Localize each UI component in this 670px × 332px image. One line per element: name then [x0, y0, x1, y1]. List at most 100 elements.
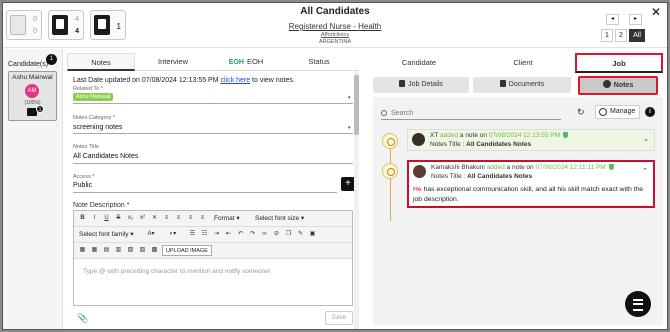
note-meta-mid: a note on: [458, 132, 489, 139]
redo-icon[interactable]: ↷: [248, 230, 257, 239]
note-body-first: He: [413, 186, 422, 193]
note-body-rest: has exceptional communication skill, and…: [413, 186, 644, 203]
tab-candidate[interactable]: Candidate: [369, 55, 469, 71]
save-button[interactable]: Save: [325, 311, 353, 325]
image-icon[interactable]: ▣: [308, 230, 317, 239]
job-title-link[interactable]: Registered Nurse - Health: [3, 22, 667, 31]
indent-icon[interactable]: ⇥: [212, 230, 221, 239]
notes-title-input[interactable]: All Candidates Notes: [73, 153, 138, 160]
page-2-button[interactable]: 2: [615, 29, 627, 42]
close-icon[interactable]: ✕: [651, 5, 661, 19]
clear-format-icon[interactable]: ✕: [150, 214, 159, 223]
candidate-name: Ashu Mainwal: [12, 74, 53, 81]
form-tabs: Notes Interview EOH EOH Status: [67, 53, 359, 71]
table-row-icon[interactable]: ▤: [102, 246, 111, 255]
subscript-icon[interactable]: x₂: [126, 214, 135, 223]
undo-icon[interactable]: ↶: [236, 230, 245, 239]
notes-icon: [602, 80, 611, 88]
manage-label: Manage: [610, 108, 636, 115]
timeline-line: [390, 141, 391, 221]
document-icon: [399, 80, 406, 87]
add-access-button[interactable]: +: [341, 177, 355, 191]
note-item[interactable]: XT added a note on 07/08/2024 12:13:55 P…: [407, 129, 655, 151]
chevron-down-icon[interactable]: ▾: [348, 125, 351, 131]
note-title: All Candidates Notes: [466, 141, 532, 148]
page-1-button[interactable]: 1: [601, 29, 613, 42]
numbered-list-icon[interactable]: ☷: [200, 230, 209, 239]
table-col-icon[interactable]: ▥: [114, 246, 123, 255]
font-color-icon[interactable]: A▾: [144, 230, 158, 239]
tab-job[interactable]: Job: [575, 53, 663, 73]
page-title: All Candidates: [300, 6, 370, 17]
align-center-icon[interactable]: ≡: [174, 214, 183, 223]
manage-button[interactable]: Manage: [595, 105, 641, 119]
table-insert-icon[interactable]: ▦: [90, 246, 99, 255]
note-date: 07/08/2024 12:13:55 PM: [488, 132, 561, 139]
font-family-select[interactable]: Select font family ▾: [76, 229, 138, 240]
related-to-underline: [73, 103, 353, 104]
job-window: 0 0 4 4 1 All Candidates Registered Nurs…: [2, 2, 668, 330]
tab-client[interactable]: Client: [473, 55, 573, 71]
format-select[interactable]: Format ▾: [211, 213, 249, 224]
highlight-color-icon[interactable]: ◐▾: [166, 230, 180, 239]
view-notes-link[interactable]: click here: [221, 77, 251, 84]
user-settings-icon: [599, 108, 607, 116]
eoh-logo-icon: EOH: [228, 59, 244, 66]
note-action: added: [440, 132, 459, 139]
refresh-icon[interactable]: ↻: [577, 107, 585, 118]
bold-icon[interactable]: B: [78, 214, 87, 223]
unlink-icon[interactable]: ⊘: [272, 230, 281, 239]
access-select[interactable]: Public: [73, 182, 92, 189]
related-to-chip[interactable]: Ashu Mainwal: [73, 93, 114, 101]
scrollbar-thumb[interactable]: [354, 75, 359, 135]
bullet-list-icon[interactable]: ☰: [188, 230, 197, 239]
font-size-label: Select font size: [255, 215, 300, 222]
table-icon[interactable]: ▦: [78, 246, 87, 255]
search-input[interactable]: Search: [381, 108, 561, 120]
candidate-list: Candidate(s) 1 Ashu Mainwal AM (100%) 1: [3, 49, 63, 329]
chevron-down-icon[interactable]: ⌄: [643, 135, 649, 143]
page-all-button[interactable]: All: [629, 29, 645, 42]
upload-image-button[interactable]: UPLOAD IMAGE: [162, 245, 212, 256]
format-label: Format: [214, 215, 235, 222]
next-arrow-icon[interactable]: ▸: [629, 14, 642, 25]
company-link[interactable]: Affortclinics: [3, 32, 667, 38]
tab-documents[interactable]: Documents: [473, 77, 571, 93]
italic-icon[interactable]: I: [90, 214, 99, 223]
align-justify-icon[interactable]: ≡: [198, 214, 207, 223]
avatar: AM: [25, 84, 39, 98]
copy-icon[interactable]: ❐: [284, 230, 293, 239]
tab-status[interactable]: Status: [285, 53, 353, 71]
chat-fab-button[interactable]: [625, 291, 651, 317]
font-size-select[interactable]: Select font size ▾: [252, 213, 312, 224]
table-merge-icon[interactable]: ▨: [138, 246, 147, 255]
tab-eoh[interactable]: EOH EOH: [211, 53, 281, 71]
table-split-icon[interactable]: ▩: [150, 246, 159, 255]
chevron-up-icon[interactable]: ⌃: [642, 167, 648, 175]
align-left-icon[interactable]: ≡: [162, 214, 171, 223]
candidate-card[interactable]: Ashu Mainwal AM (100%) 1: [8, 71, 57, 121]
link-icon[interactable]: ∞: [260, 230, 269, 239]
note-header: Kamakshi Bhakuni added a note on 07/08/2…: [409, 162, 653, 182]
underline-icon[interactable]: U: [102, 214, 111, 223]
tab-interview[interactable]: Interview: [139, 53, 207, 71]
attachment-icon[interactable]: 📎: [77, 313, 88, 324]
tab-job-details[interactable]: Job Details: [373, 77, 469, 93]
strikethrough-icon[interactable]: S: [114, 214, 123, 223]
note-title-label: Notes Title :: [431, 173, 468, 180]
tab-notes-right[interactable]: Notes: [578, 76, 658, 95]
edit-icon[interactable]: ✎: [296, 230, 305, 239]
prev-arrow-icon[interactable]: ◂: [606, 14, 619, 25]
notes-category-select[interactable]: screening notes: [73, 124, 122, 131]
table-delete-icon[interactable]: ▧: [126, 246, 135, 255]
outdent-icon[interactable]: ⇤: [224, 230, 233, 239]
info-icon[interactable]: i: [645, 107, 655, 117]
superscript-icon[interactable]: x²: [138, 214, 147, 223]
note-item-expanded[interactable]: Kamakshi Bhakuni added a note on 07/08/2…: [407, 160, 655, 208]
chevron-down-icon[interactable]: ▾: [348, 95, 351, 101]
form-scrollbar[interactable]: [354, 71, 359, 329]
align-right-icon[interactable]: ≡: [186, 214, 195, 223]
note-description-editor[interactable]: B I U S x₂ x² ✕ ≡ ≡ ≡ ≡ Format ▾ Select …: [73, 210, 353, 306]
last-updated-prefix: Last Date updated on 07/08/2024 12:13:55…: [73, 77, 221, 84]
tab-notes[interactable]: Notes: [67, 53, 135, 71]
